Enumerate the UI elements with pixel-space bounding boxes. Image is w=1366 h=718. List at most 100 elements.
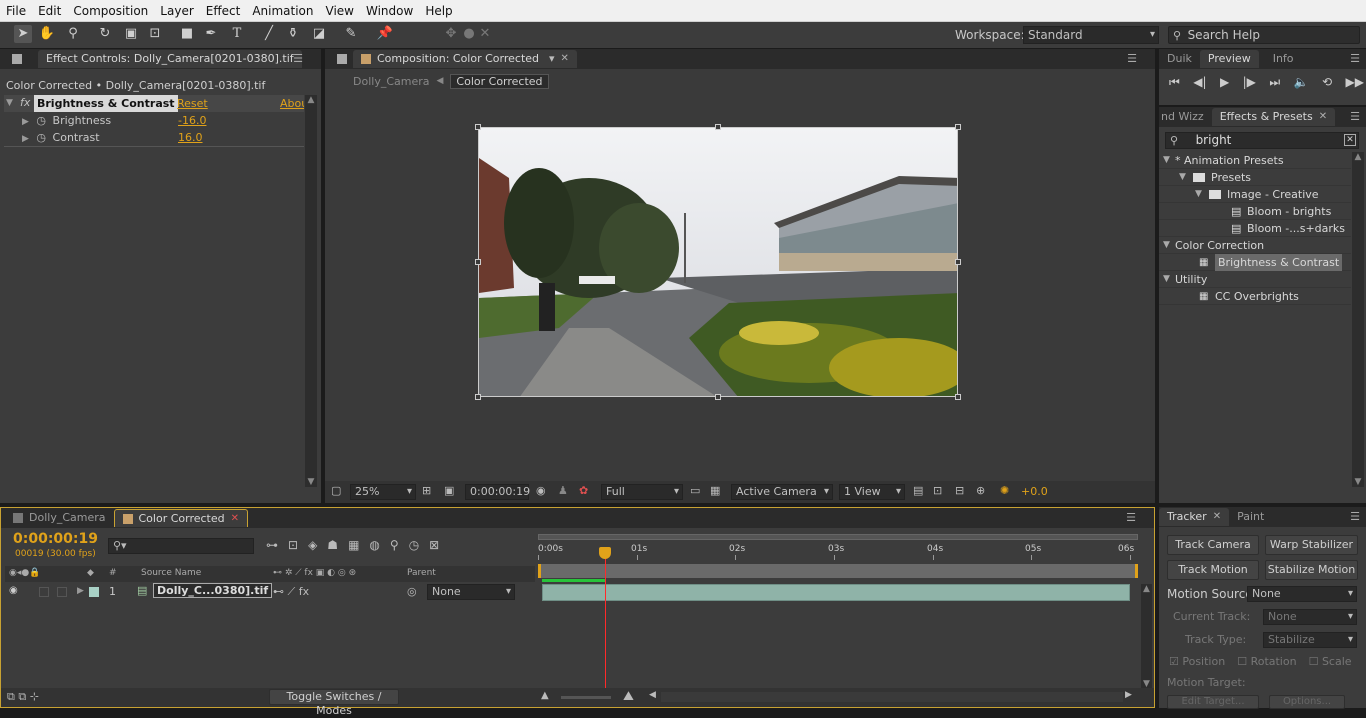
eraser-tool-icon[interactable]: ◪ bbox=[310, 25, 328, 43]
list-item[interactable]: ▼ Image - Creative bbox=[1159, 186, 1351, 203]
layer-duration-bar[interactable] bbox=[542, 584, 1130, 601]
toggle-switches-modes-button[interactable]: Toggle Switches / Modes bbox=[269, 689, 399, 717]
zoom-slider[interactable] bbox=[561, 696, 611, 699]
layer-switch-icons[interactable]: ⊷ ⟋ fx bbox=[273, 585, 309, 599]
transform-handle[interactable] bbox=[715, 124, 721, 130]
show-snapshot-icon[interactable]: ♟ bbox=[558, 484, 568, 497]
expand-brightness-icon[interactable]: ▶ bbox=[22, 117, 29, 127]
menu-effect[interactable]: Effect bbox=[200, 4, 247, 18]
timeline-search-input[interactable]: ⚲▾ bbox=[108, 538, 254, 554]
warp-stabilizer-button[interactable]: Warp Stabilizer bbox=[1265, 535, 1358, 555]
about-link[interactable]: About bbox=[280, 97, 304, 110]
menu-edit[interactable]: Edit bbox=[32, 4, 67, 18]
loop-icon[interactable]: ⟲ bbox=[1322, 75, 1332, 90]
views-dropdown[interactable]: 1 View bbox=[839, 484, 905, 500]
tab-color-corrected[interactable]: Color Corrected ✕ bbox=[113, 509, 249, 528]
motion-blur-icon[interactable]: ◍ bbox=[369, 538, 379, 552]
menu-help[interactable]: Help bbox=[419, 4, 458, 18]
list-item[interactable]: ▦ Brightness & Contrast bbox=[1159, 254, 1351, 271]
transform-handle[interactable] bbox=[715, 394, 721, 400]
exposure-icon[interactable]: ✺ bbox=[1000, 484, 1009, 497]
effects-search-input[interactable]: ⚲ bright ✕ bbox=[1165, 132, 1359, 149]
timeline-timecode[interactable]: 0:00:00:19 bbox=[13, 531, 98, 547]
pickwhip-icon[interactable]: ◎ bbox=[407, 585, 417, 598]
effect-controls-scrollbar[interactable]: ▲ ▼ bbox=[305, 95, 317, 487]
puppet-pin-tool-icon[interactable]: 📌 bbox=[376, 25, 394, 43]
next-frame-icon[interactable]: |▶︎ bbox=[1243, 75, 1256, 90]
camera-dropdown[interactable]: Active Camera bbox=[731, 484, 833, 500]
label-color-chip[interactable] bbox=[89, 587, 99, 597]
rectangle-tool-icon[interactable]: ■ bbox=[178, 25, 196, 43]
close-icon[interactable]: ✕ bbox=[1213, 508, 1221, 526]
stopwatch-icon[interactable]: ◷ bbox=[36, 131, 46, 144]
list-item[interactable]: ▤ Bloom - brights bbox=[1159, 203, 1351, 220]
audio-icon[interactable]: 🔈 bbox=[1294, 75, 1309, 90]
tab-wizz[interactable]: nd Wizz bbox=[1159, 108, 1212, 126]
ram-preview-icon[interactable]: ▶▶ bbox=[1346, 75, 1364, 90]
last-frame-icon[interactable]: ⏭ bbox=[1269, 75, 1280, 90]
scroll-up-icon[interactable]: ▲ bbox=[1352, 152, 1364, 162]
menu-window[interactable]: Window bbox=[360, 4, 419, 18]
first-frame-icon[interactable]: ⏮ bbox=[1169, 75, 1180, 90]
fast-previews-icon[interactable]: ⊡ bbox=[933, 484, 942, 497]
channel-icon[interactable]: ✿ bbox=[579, 484, 588, 497]
list-item[interactable]: ▤ Bloom -...s+darks bbox=[1159, 220, 1351, 237]
work-area-bar[interactable] bbox=[538, 534, 1138, 540]
lock-box[interactable] bbox=[57, 587, 67, 597]
expand-triangle-icon[interactable]: ▼ bbox=[6, 98, 13, 108]
scroll-left-icon[interactable]: ◀ bbox=[649, 690, 656, 700]
panel-menu-icon[interactable]: ☰ bbox=[1126, 511, 1136, 524]
expand-triangle-icon[interactable]: ▼ bbox=[1163, 152, 1170, 169]
time-navigator[interactable] bbox=[538, 564, 1138, 578]
scroll-up-icon[interactable]: ▲ bbox=[305, 95, 317, 105]
solo-box[interactable] bbox=[39, 587, 49, 597]
clone-stamp-tool-icon[interactable]: ⚱ bbox=[284, 25, 302, 43]
selection-tool-icon[interactable]: ➤ bbox=[14, 25, 32, 43]
live-update-icon[interactable]: ⊡ bbox=[288, 538, 298, 552]
list-item[interactable]: ▦ CC Overbrights bbox=[1159, 288, 1351, 305]
panel-menu-icon[interactable]: ☰ bbox=[1350, 110, 1360, 123]
graph-editor-icon[interactable]: ⊠ bbox=[429, 538, 439, 552]
roto-brush-tool-icon[interactable]: ✎ bbox=[342, 25, 360, 43]
stopwatch-icon[interactable]: ◷ bbox=[36, 114, 46, 127]
zoom-out-icon[interactable]: ▲ bbox=[541, 690, 549, 701]
toggle-pixel-aspect-icon[interactable]: ▤ bbox=[913, 484, 923, 497]
expand-layer-icon[interactable]: ▶ bbox=[77, 586, 84, 596]
transparency-grid-icon[interactable]: ▦ bbox=[710, 484, 720, 497]
contrast-value[interactable]: 16.0 bbox=[178, 129, 203, 146]
brainstorm-icon[interactable]: ⚲ bbox=[390, 538, 399, 552]
hand-tool-icon[interactable]: ✋ bbox=[38, 25, 56, 43]
composition-viewer-image[interactable] bbox=[478, 127, 958, 397]
clear-search-icon[interactable]: ✕ bbox=[1344, 134, 1356, 146]
safe-zones-icon[interactable]: ⊞ bbox=[422, 484, 431, 497]
auto-keyframe-icon[interactable]: ◷ bbox=[409, 538, 419, 552]
tab-effect-controls[interactable]: Effect Controls: Dolly_Camera[0201-0380]… bbox=[38, 50, 302, 68]
transform-handle[interactable] bbox=[955, 259, 961, 265]
stabilize-motion-button[interactable]: Stabilize Motion bbox=[1265, 560, 1358, 580]
current-time-indicator[interactable] bbox=[605, 548, 606, 693]
shy-icon[interactable]: ☗ bbox=[327, 538, 338, 552]
zoom-in-icon[interactable]: ⛰ bbox=[623, 689, 634, 704]
scroll-right-icon[interactable]: ▶ bbox=[1125, 690, 1132, 700]
tab-tracker[interactable]: Tracker ✕ bbox=[1159, 508, 1230, 526]
breadcrumb-color-corrected[interactable]: Color Corrected bbox=[450, 73, 549, 89]
workspace-dropdown[interactable]: Standard bbox=[1023, 26, 1159, 44]
menu-layer[interactable]: Layer bbox=[154, 4, 199, 18]
tab-duik[interactable]: Duik bbox=[1159, 50, 1200, 68]
menu-view[interactable]: View bbox=[320, 4, 360, 18]
always-preview-icon[interactable]: ▢ bbox=[331, 484, 341, 497]
comp-mini-flowchart-icon[interactable]: ⊶ bbox=[266, 538, 278, 552]
transform-handle[interactable] bbox=[955, 394, 961, 400]
pan-behind-tool-icon[interactable]: ⊡ bbox=[146, 25, 164, 43]
comp-dropdown-icon[interactable]: ▾ bbox=[549, 50, 555, 68]
effects-scrollbar[interactable]: ▲ ▼ bbox=[1352, 152, 1364, 487]
region-of-interest-icon[interactable]: ▭ bbox=[690, 484, 700, 497]
exposure-value[interactable]: +0.0 bbox=[1021, 485, 1048, 498]
layer-name[interactable]: Dolly_C...0380].tif bbox=[153, 583, 273, 598]
close-icon[interactable]: ✕ bbox=[231, 510, 239, 528]
pen-tool-icon[interactable]: ✒ bbox=[202, 25, 220, 43]
close-icon[interactable]: ✕ bbox=[561, 50, 569, 68]
list-item[interactable]: ▼ * Animation Presets bbox=[1159, 152, 1351, 169]
resolution-dropdown[interactable]: Full bbox=[601, 484, 683, 500]
list-item[interactable]: ▼ Color Correction bbox=[1159, 237, 1351, 254]
